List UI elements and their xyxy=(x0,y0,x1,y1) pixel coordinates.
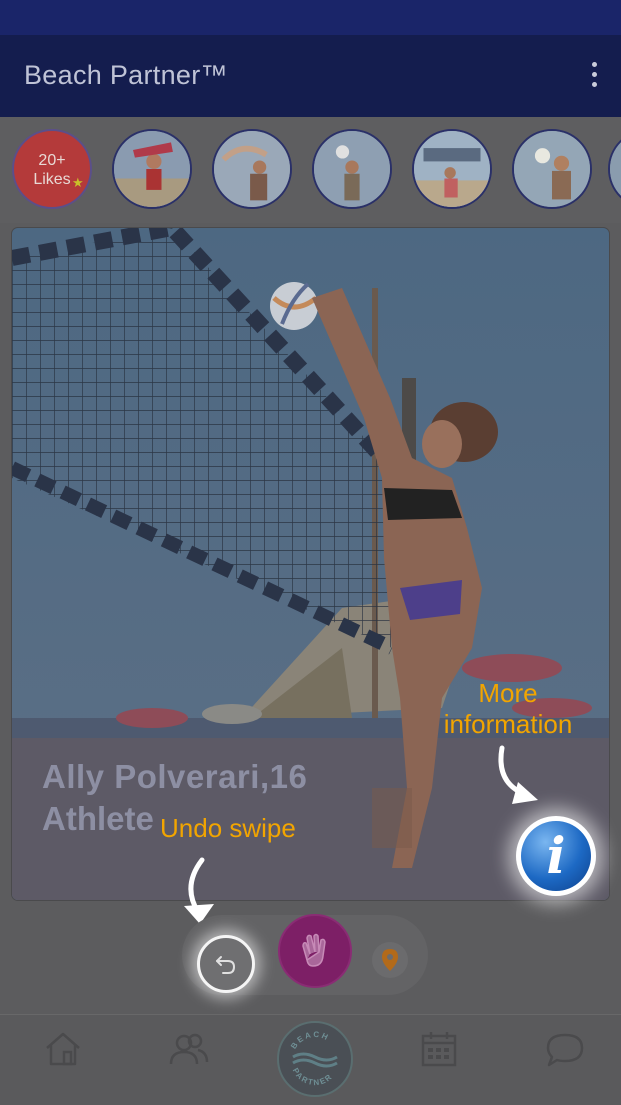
likes-story[interactable]: 20+ Likes ★ xyxy=(12,129,92,209)
hi-button[interactable] xyxy=(278,914,352,988)
more-info-hint-line2: information xyxy=(443,709,573,739)
story-avatar[interactable] xyxy=(412,129,492,209)
svg-text:PARTNER: PARTNER xyxy=(291,1067,335,1088)
profile-name: Ally Polverari,16 xyxy=(42,758,308,795)
status-bar xyxy=(0,0,621,35)
location-button[interactable] xyxy=(372,942,408,978)
undo-button[interactable] xyxy=(197,935,255,993)
story-avatar[interactable] xyxy=(608,129,621,209)
connections-icon[interactable] xyxy=(168,1032,210,1066)
more-info-hint: More information xyxy=(408,678,608,740)
story-avatar[interactable] xyxy=(112,129,192,209)
star-icon: ★ xyxy=(72,175,84,190)
calendar-icon[interactable] xyxy=(420,1030,458,1068)
logo-text-top: BEACH xyxy=(289,1030,329,1051)
profile-role: Athlete xyxy=(42,800,154,837)
more-info-hint-line1: More xyxy=(478,678,538,708)
waving-hand-icon xyxy=(302,933,326,967)
undo-hint: Undo swipe xyxy=(160,813,296,843)
location-pin-icon xyxy=(382,949,398,971)
app-title: Beach Partner™ xyxy=(24,60,228,90)
undo-icon xyxy=(216,956,236,974)
more-vertical-icon[interactable] xyxy=(588,62,600,92)
home-icon[interactable] xyxy=(44,1030,82,1068)
beach-partner-logo[interactable]: BEACH PARTNER xyxy=(277,1021,353,1097)
logo-text-bottom: PARTNER xyxy=(291,1067,333,1088)
curved-arrow-icon xyxy=(498,745,538,804)
story-avatar[interactable] xyxy=(512,129,592,209)
info-icon: i xyxy=(521,821,591,891)
svg-text:BEACH: BEACH xyxy=(289,1030,331,1051)
likes-label: Likes xyxy=(33,171,71,188)
info-button[interactable]: i xyxy=(516,816,596,896)
chat-icon[interactable] xyxy=(545,1032,585,1068)
story-avatar[interactable] xyxy=(212,129,292,209)
story-strip[interactable]: 20+ Likes ★ xyxy=(0,117,621,223)
story-avatar[interactable] xyxy=(312,129,392,209)
likes-count: 20+ xyxy=(38,152,66,169)
